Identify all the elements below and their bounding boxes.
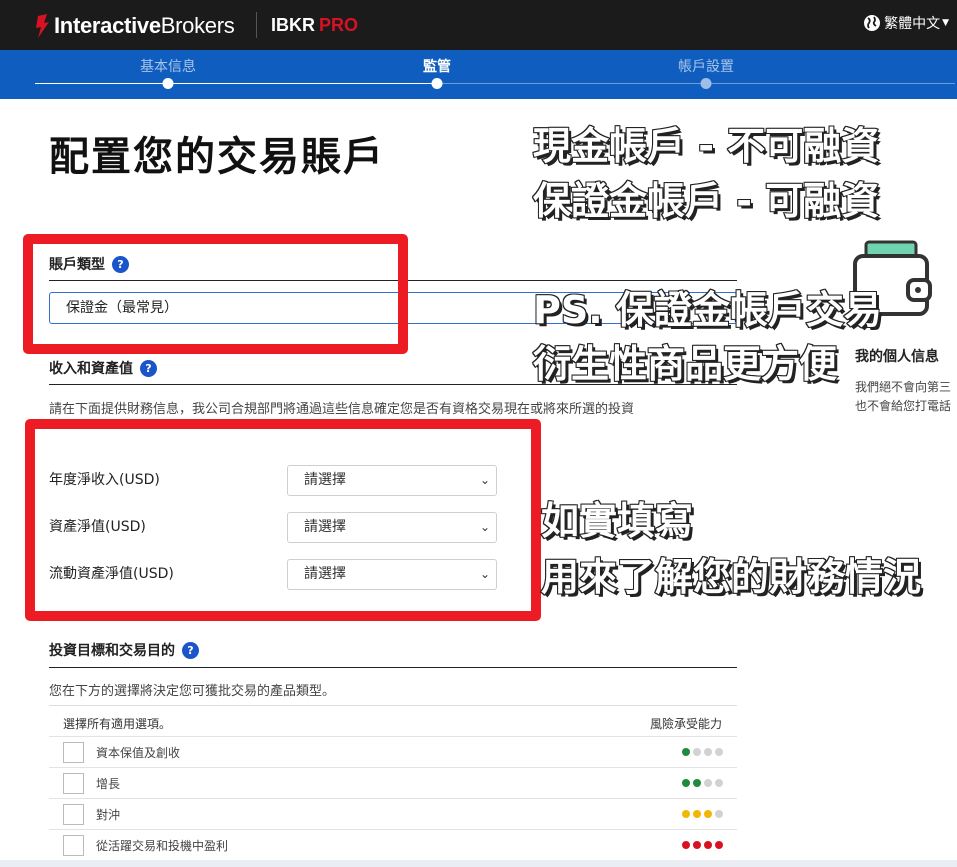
risk-dot [715, 810, 723, 818]
objectives-label: 投資目標和交易目的 [49, 643, 175, 659]
step-account-setup[interactable]: 帳戶設置 [678, 56, 734, 76]
step-dot-3 [700, 78, 712, 89]
brand-flame-icon [36, 14, 49, 38]
risk-dot [704, 841, 712, 849]
risk-dot [715, 841, 723, 849]
risk-dot [682, 841, 690, 849]
risk-dot [715, 779, 723, 787]
risk-dot [704, 810, 712, 818]
risk-dot [682, 810, 690, 818]
objectives-heading: 投資目標和交易目的 ? [49, 640, 199, 660]
risk-dot [693, 810, 701, 818]
risk-dot [693, 748, 701, 756]
income-heading: 收入和資產值 ? [49, 358, 157, 378]
side-card-title: 我的個人信息 [855, 349, 939, 365]
options-header: 選擇所有適用選項。 風險承受能力 [49, 705, 737, 735]
step-dot-1 [162, 78, 174, 89]
chevron-down-icon: ▼ [942, 18, 949, 28]
caption-fill-truthfully: 如實填寫 [540, 498, 694, 544]
income-description: 請在下面提供財務信息，我公司合規部門將通過這些信息確定您是否有資格交易現在或將來… [49, 402, 635, 417]
section-divider [49, 667, 737, 668]
side-card-text-2: 也不會給您打電話 [855, 399, 952, 413]
brand-logo[interactable]: InteractiveBrokers [34, 11, 235, 41]
logo-divider [256, 12, 257, 38]
objective-option-row[interactable]: 從活躍交易和投機中盈利 [49, 829, 737, 860]
risk-level-indicator [679, 748, 723, 756]
caption-ps-margin: PS. 保證金帳戶交易 [532, 287, 883, 333]
page-title: 配置您的交易賬戶 [49, 134, 385, 180]
objective-option-row[interactable]: 對沖 [49, 798, 737, 829]
objective-option-label: 對沖 [96, 808, 121, 822]
risk-dot [693, 779, 701, 787]
risk-dot [704, 779, 712, 787]
options-header-left: 選擇所有適用選項。 [63, 717, 172, 731]
help-icon[interactable]: ? [182, 641, 199, 659]
help-icon[interactable]: ? [140, 359, 157, 377]
step-dot-2 [431, 78, 443, 89]
risk-dot [682, 779, 690, 787]
caption-margin-account: 保證金帳戶 - 可融資 [532, 178, 880, 224]
risk-level-indicator [679, 779, 723, 787]
objective-checkbox[interactable] [63, 835, 84, 856]
objective-option-label: 增長 [96, 777, 121, 791]
highlight-box-financials [25, 419, 541, 621]
product-name: IBKR PRO [271, 15, 359, 35]
step-line-done [35, 83, 437, 84]
step-basic-info[interactable]: 基本信息 [140, 56, 196, 76]
objective-option-row[interactable]: 資本保值及創收 [49, 736, 737, 767]
step-line-pending [437, 83, 955, 84]
risk-dot [704, 748, 712, 756]
objective-checkbox[interactable] [63, 804, 84, 825]
step-regulatory[interactable]: 監管 [423, 56, 451, 76]
risk-dot [693, 841, 701, 849]
top-bar: InteractiveBrokers IBKR PRO 繁體中文 ▼ [0, 0, 957, 50]
language-selector[interactable]: 繁體中文 ▼ [863, 13, 949, 33]
objective-option-label: 從活躍交易和投機中盈利 [96, 839, 229, 853]
objective-option-row[interactable]: 增長 [49, 767, 737, 798]
risk-level-indicator [679, 810, 723, 818]
caption-financial-situation: 用來了解您的財務情況 [540, 554, 922, 600]
options-header-right: 風險承受能力 [649, 717, 722, 731]
objective-checkbox[interactable] [63, 773, 84, 794]
objectives-description: 您在下方的選擇將決定您可獲批交易的產品類型。 [49, 684, 336, 699]
highlight-box-account-type [23, 234, 408, 354]
bottom-scroll-bar [0, 860, 957, 867]
objective-option-label: 資本保值及創收 [96, 746, 181, 760]
caption-cash-account: 現金帳戶 - 不可融資 [532, 123, 880, 169]
risk-dot [715, 748, 723, 756]
risk-dot [682, 748, 690, 756]
brand-name: InteractiveBrokers [54, 13, 235, 38]
progress-stepper: 基本信息 監管 帳戶設置 [0, 50, 957, 99]
income-label: 收入和資產值 [49, 361, 133, 377]
side-card-text-1: 我們絕不會向第三 [855, 380, 952, 394]
caption-derivatives: 衍生性商品更方便 [532, 341, 838, 387]
globe-icon [864, 15, 881, 31]
objective-checkbox[interactable] [63, 742, 84, 763]
risk-level-indicator [679, 841, 723, 849]
language-label: 繁體中文 [884, 16, 941, 32]
